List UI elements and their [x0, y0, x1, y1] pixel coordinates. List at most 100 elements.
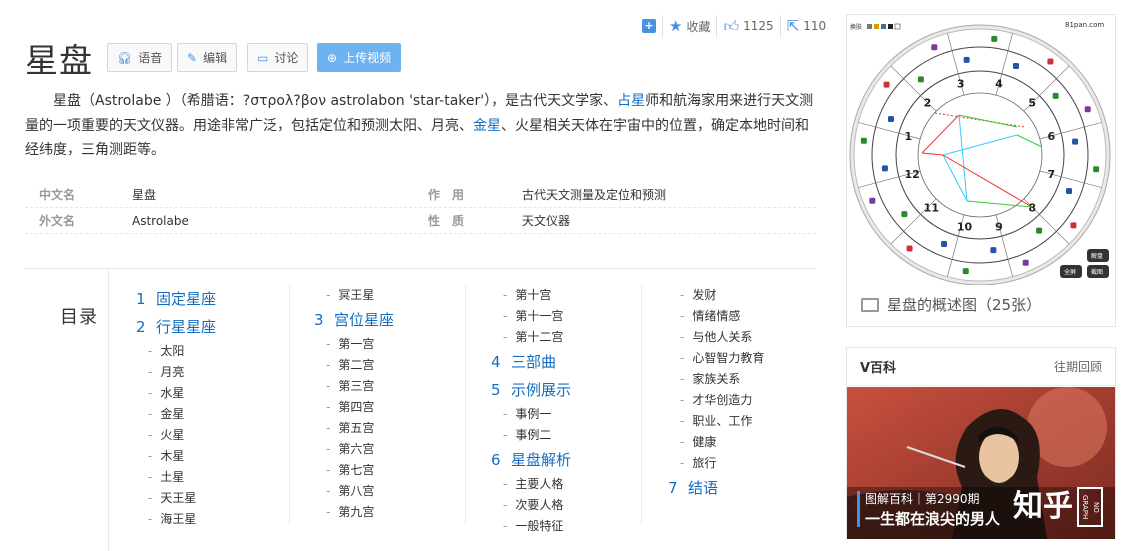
toc-item-level2[interactable]: - 月亮	[136, 362, 312, 383]
toc-item-level2[interactable]: - 心智智力教育	[668, 348, 817, 369]
bullet-icon: -	[503, 498, 508, 512]
toc-title: 示例展示	[511, 381, 572, 399]
toc-item-level2[interactable]: - 木星	[136, 446, 312, 467]
toc-item-level2[interactable]: - 第三宫	[314, 376, 465, 397]
toc-title: 月亮	[160, 365, 185, 379]
basic-info: 中文名 星盘 作 用 古代天文测量及定位和预测 外文名 Astrolabe 性 …	[25, 182, 816, 234]
toc-item-level2[interactable]: - 天王星	[136, 488, 312, 509]
toc-item-level2[interactable]: - 主要人格	[491, 474, 641, 495]
edit-button[interactable]: ✎ 编辑	[177, 43, 238, 72]
toc-item-level2[interactable]: - 情绪情感	[668, 306, 817, 327]
toc-item-level2[interactable]: - 第六宫	[314, 439, 465, 460]
toc-item-level1[interactable]: 7 结语	[668, 474, 817, 502]
toc-item-level1[interactable]: 3 宫位星座	[314, 306, 465, 334]
toc-item-level2[interactable]: - 第十一宫	[491, 306, 641, 327]
astrolabe-chart-image[interactable]: 81pan.com 换肤 123 456789101112 解盘 全屏 截图	[847, 15, 1115, 285]
info-row: 外文名 Astrolabe 性 质 天文仪器	[25, 208, 816, 234]
toc-item-level2[interactable]: - 海王星	[136, 509, 312, 530]
summary-text-1: 星盘（Astrolabe ）（希腊语：?στρολ?βον astrolabon…	[53, 93, 618, 109]
toc-item-level2[interactable]: - 太阳	[136, 341, 312, 362]
toc-index: 5	[491, 381, 501, 399]
headphones-icon: 🎧︎	[117, 50, 133, 65]
toc-item-level2[interactable]: - 第四宫	[314, 397, 465, 418]
toc-item-level2[interactable]: - 第五宫	[314, 418, 465, 439]
toc-item-level2[interactable]: - 第九宫	[314, 502, 465, 523]
toc-item-level2[interactable]: - 第八宫	[314, 481, 465, 502]
bullet-icon: -	[148, 407, 153, 421]
toc-column-1: 1 固定星座 2 行星星座 - 太阳 - 月亮 - 水星 - 金星 - 火星 - 木星 - 土星 - 天王星 - 海王星	[136, 285, 312, 526]
plus-circle-icon: ⊕	[327, 50, 338, 65]
toc-title: 行星星座	[156, 318, 217, 336]
vbaike-archive-link[interactable]: 往期回顾	[1054, 358, 1102, 375]
toc-title: 家族关系	[692, 372, 741, 386]
toc-item-level1[interactable]: 4 三部曲	[491, 348, 641, 376]
bullet-icon: -	[503, 288, 508, 302]
toc-item-level2[interactable]: - 发财	[668, 285, 817, 306]
toc-item-level2[interactable]: - 职业、工作	[668, 411, 817, 432]
bullet-icon: -	[680, 414, 685, 428]
toc-item-level2[interactable]: - 事例一	[491, 404, 641, 425]
share-count: 110	[803, 19, 827, 33]
voice-button[interactable]: 🎧︎ 语音	[107, 43, 173, 72]
zodiac-glyph-icon	[1093, 166, 1100, 173]
zodiac-glyph-icon	[1052, 92, 1059, 99]
toc-item-level1[interactable]: 1 固定星座	[136, 285, 312, 313]
album-caption[interactable]: 星盘的概述图（25张）	[861, 294, 1041, 315]
bullet-icon: -	[326, 379, 331, 393]
album-box[interactable]: 81pan.com 换肤 1 2 3 4 5 6 7 8 9 10 11 12 解盘 全屏 截图	[846, 14, 1116, 327]
toc-item-level1[interactable]: 2 行星星座	[136, 313, 312, 341]
thumbs-up-icon: 👍︎	[723, 17, 740, 35]
toc-item-level2[interactable]: - 一般特征	[491, 516, 641, 537]
link-venus[interactable]: 金星	[473, 118, 501, 134]
info-key: 外文名	[39, 214, 76, 228]
upload-video-button[interactable]: ⊕ 上传视频	[317, 43, 402, 72]
bullet-icon: -	[680, 456, 685, 470]
toc-item-level2[interactable]: - 家族关系	[668, 369, 817, 390]
share-button[interactable]: ⇱ 110	[779, 15, 832, 37]
toc-item-level2[interactable]: - 才华创造力	[668, 390, 817, 411]
zodiac-glyph-icon	[1066, 187, 1073, 194]
toc-item-level1[interactable]: 5 示例展示	[491, 376, 641, 404]
like-button[interactable]: 👍︎ 1125	[716, 15, 779, 37]
toc-title: 职业、工作	[692, 414, 753, 428]
toc-index: 3	[314, 311, 324, 329]
toc-index: 2	[136, 318, 146, 336]
toc-item-level2[interactable]: - 第一宫	[314, 334, 465, 355]
toc-item-level2[interactable]: - 次要人格	[491, 495, 641, 516]
house-number: 9	[995, 220, 1003, 233]
toc-item-level2[interactable]: - 土星	[136, 467, 312, 488]
link-astrology[interactable]: 占星	[617, 93, 645, 109]
toc-title: 第六宫	[338, 442, 375, 456]
zodiac-glyph-icon	[887, 116, 894, 123]
toc-item-level2[interactable]: - 第十二宫	[491, 327, 641, 348]
toc-item-level2[interactable]: - 事例二	[491, 425, 641, 446]
add-button[interactable]: +	[636, 15, 662, 37]
toc-item-level1[interactable]: 6 星盘解析	[491, 446, 641, 474]
toc-index: 4	[491, 353, 501, 371]
zodiac-glyph-icon	[1070, 222, 1077, 229]
toc-title: 心智智力教育	[692, 351, 765, 365]
discuss-button[interactable]: ▭ 讨论	[247, 43, 309, 72]
page-title: 星盘	[25, 41, 93, 80]
toc-item-level2[interactable]: - 火星	[136, 425, 312, 446]
toc-item-level2[interactable]: - 第七宫	[314, 460, 465, 481]
zodiac-glyph-icon	[931, 44, 938, 51]
zodiac-glyph-icon	[1084, 106, 1091, 113]
house-number: 4	[995, 78, 1003, 91]
favorite-button[interactable]: ★ 收藏	[662, 15, 716, 37]
vbaike-cover-image[interactable]: 图解百科｜第2990期 一生都在浪尖的男人 知乎 NO GRAPH	[847, 387, 1115, 539]
toc-item-level2[interactable]: - 与他人关系	[668, 327, 817, 348]
toc-title: 主要人格	[515, 477, 564, 491]
toc-title: 第十二宫	[515, 330, 564, 344]
toc-item-level2[interactable]: - 第十宫	[491, 285, 641, 306]
toc-item-level2[interactable]: - 金星	[136, 404, 312, 425]
toc-item-level2[interactable]: - 水星	[136, 383, 312, 404]
toc-item-level2[interactable]: - 第二宫	[314, 355, 465, 376]
toc-item-level2[interactable]: - 旅行	[668, 453, 817, 474]
bullet-icon: -	[148, 470, 153, 484]
toc-item-level2[interactable]: - 冥王星	[314, 285, 465, 306]
toc-title: 宫位星座	[334, 311, 395, 329]
toc-item-level2[interactable]: - 健康	[668, 432, 817, 453]
site-watermark: 81pan.com	[1065, 21, 1104, 29]
toc-title: 与他人关系	[692, 330, 753, 344]
